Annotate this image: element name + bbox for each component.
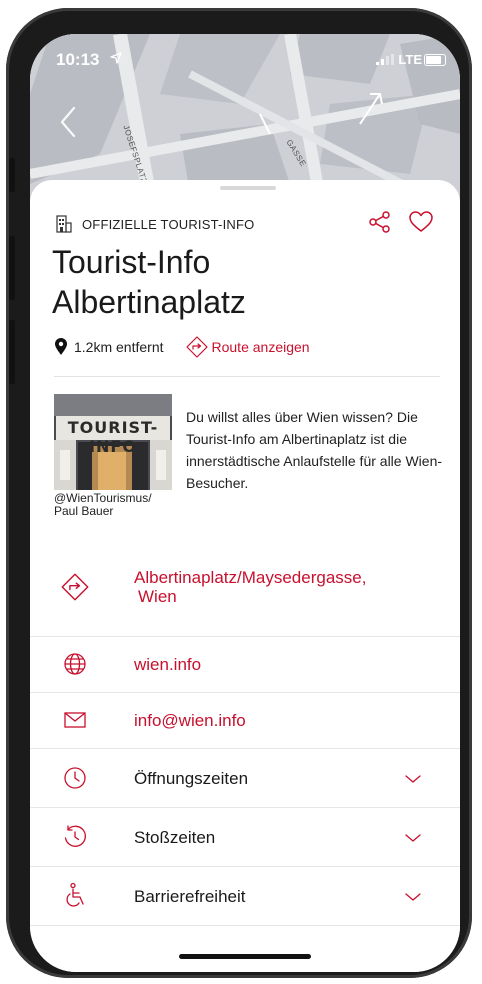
website-link: wien.info — [134, 655, 202, 674]
distance-text: 1.2km entfernt — [74, 339, 164, 355]
mute-switch — [9, 158, 15, 192]
signal-icon — [376, 54, 394, 65]
route-label: Route anzeigen — [211, 339, 310, 355]
email-row[interactable]: info@wien.info — [30, 693, 460, 748]
address-line: Wien — [138, 587, 177, 606]
category-label: OFFIZIELLE TOURIST-INFO — [54, 214, 254, 234]
address-row[interactable]: Albertinaplatz/Maysedergasse, Wien — [30, 556, 460, 616]
peak-times-row[interactable]: Stoßzeiten — [30, 808, 460, 866]
volume-down-button — [9, 320, 15, 384]
share-icon[interactable] — [368, 210, 392, 234]
category-text: OFFIZIELLE TOURIST-INFO — [82, 216, 255, 232]
peak-times-label: Stoßzeiten — [134, 828, 216, 847]
battery-icon — [424, 54, 446, 66]
status-bar: 10:13 LTE — [30, 50, 460, 74]
accessibility-row[interactable]: Barrierefreiheit — [30, 867, 460, 925]
chevron-down-icon — [405, 834, 421, 842]
building-icon — [56, 215, 72, 233]
credit-line: Paul Bauer — [54, 504, 114, 518]
opening-hours-row[interactable]: Öffnungszeiten — [30, 749, 460, 807]
location-meta: 1.2km entfernt Route anzeigen — [54, 336, 310, 358]
clock-icon — [60, 763, 90, 793]
route-link[interactable]: Route anzeigen — [185, 336, 310, 358]
route-diamond-icon — [185, 336, 208, 358]
home-indicator[interactable] — [179, 954, 311, 959]
map-pin-icon — [55, 338, 67, 355]
accessibility-label: Barrierefreiheit — [134, 887, 246, 906]
volume-up-button — [9, 236, 15, 300]
description-text: Du willst alles über Wien wissen? Die To… — [186, 409, 443, 491]
opening-hours-label: Öffnungszeiten — [134, 769, 249, 788]
chevron-down-icon — [405, 775, 421, 783]
website-row[interactable]: wien.info — [30, 637, 460, 692]
status-time: 10:13 — [56, 50, 100, 69]
address-line: Albertinaplatz/Maysedergasse, — [134, 568, 367, 587]
location-photo[interactable]: TOURIST-INFO — [54, 394, 172, 490]
chevron-down-icon — [405, 893, 421, 901]
phone-frame: JOSEFSPLATZ GASSE 10:13 LTE OFFIZIELLE T… — [6, 8, 472, 978]
mail-icon — [60, 705, 90, 735]
wheelchair-icon — [60, 881, 90, 911]
location-arrow-icon — [110, 52, 122, 64]
sheet-grabber[interactable] — [220, 186, 276, 190]
address-text: Albertinaplatz/Maysedergasse, Wien — [134, 568, 366, 606]
history-clock-icon — [60, 822, 90, 852]
back-chevron-icon[interactable] — [54, 102, 84, 142]
page-title: Tourist-Info Albertinaplatz — [52, 242, 432, 322]
detail-sheet: OFFIZIELLE TOURIST-INFO Tourist-Info Alb… — [30, 180, 460, 972]
globe-icon — [60, 649, 90, 679]
photo-credit: @WienTourismus/ Paul Bauer — [54, 492, 184, 518]
screen: JOSEFSPLATZ GASSE 10:13 LTE OFFIZIELLE T… — [30, 34, 460, 972]
email-link: info@wien.info — [134, 711, 246, 730]
divider — [30, 925, 460, 926]
divider — [54, 376, 440, 377]
network-type: LTE — [398, 52, 422, 67]
heart-icon[interactable] — [408, 210, 434, 234]
photo-sign-text: TOURIST-INFO — [67, 418, 159, 456]
title-line: Albertinaplatz — [52, 284, 246, 320]
route-diamond-icon — [60, 572, 90, 602]
title-line: Tourist-Info — [52, 244, 211, 280]
